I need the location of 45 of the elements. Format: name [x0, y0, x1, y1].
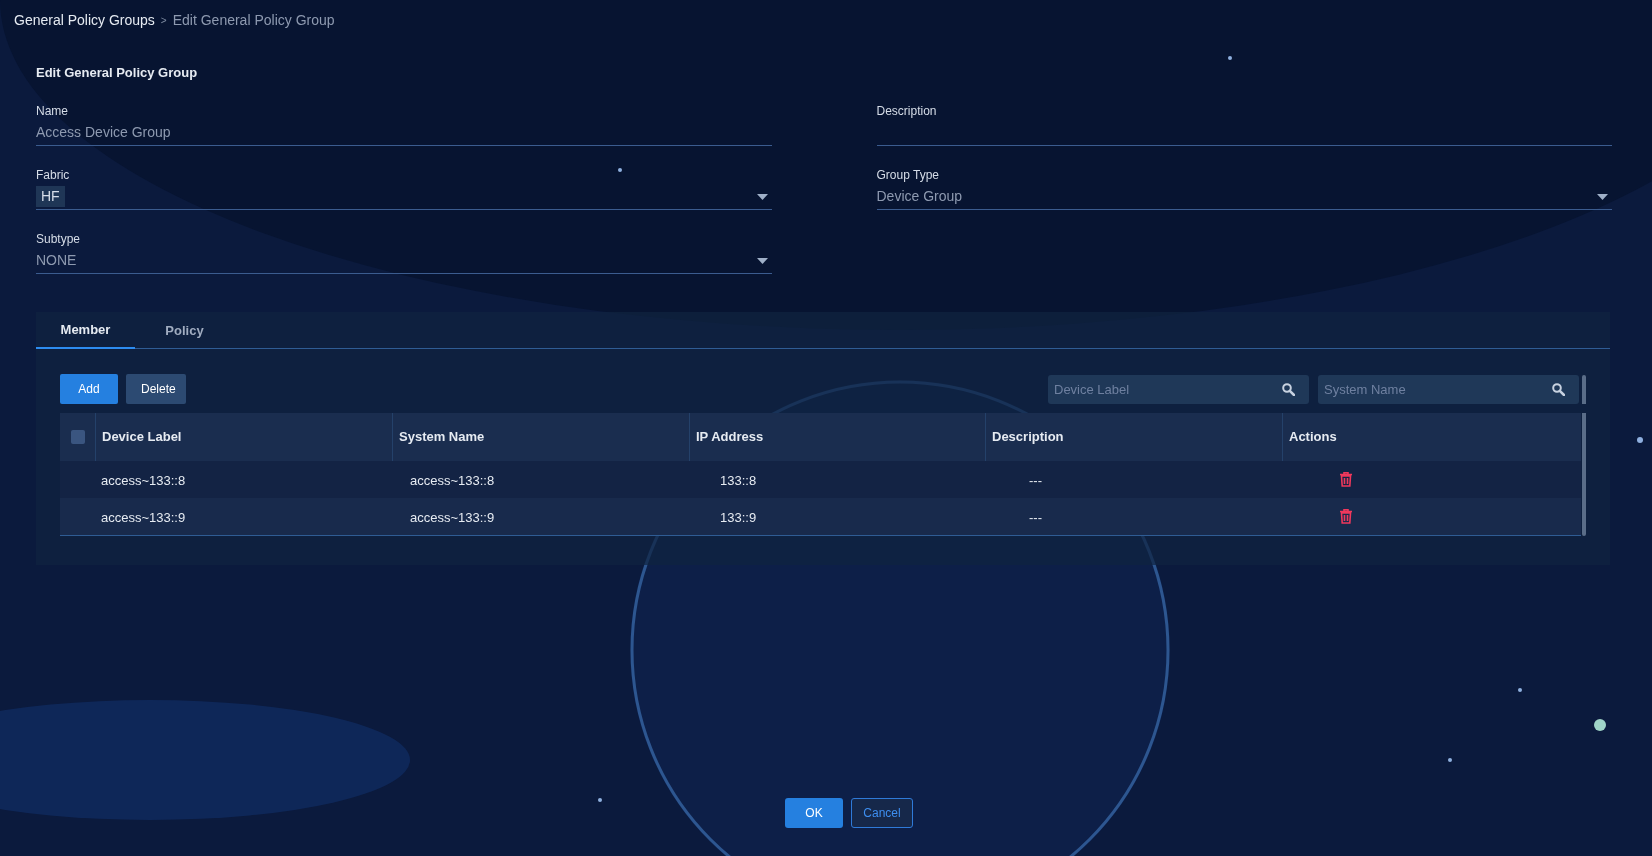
field-value: Access Device Group [36, 123, 171, 142]
table-cell: access~133::8 [101, 472, 186, 488]
table-cell: access~133::9 [101, 509, 186, 525]
dialog-button[interactable]: OK [785, 798, 843, 828]
toolbar-button[interactable]: Delete [126, 374, 186, 404]
toolbar-button[interactable]: Add [60, 374, 118, 404]
breadcrumb-link[interactable]: General Policy Groups [14, 9, 155, 31]
tag-chip: HF [36, 186, 65, 207]
dropdown-field[interactable]: HF [36, 184, 772, 210]
delete-icon[interactable] [1339, 472, 1353, 487]
field-label: Group Type [876, 167, 940, 184]
column-header: System Name [399, 428, 485, 447]
search-icon [1282, 382, 1295, 396]
table-cell: access~133::8 [410, 472, 495, 488]
search-icon [1552, 382, 1565, 396]
field-value: Device Group [876, 187, 963, 206]
search-field[interactable]: Device Label [1048, 374, 1309, 404]
table-cell: --- [1029, 509, 1042, 525]
table-cell: access~133::9 [410, 509, 495, 525]
field-label: Name [36, 103, 69, 120]
breadcrumb-separator: > [160, 13, 167, 28]
checkbox[interactable] [70, 430, 85, 444]
tab[interactable]: Member [36, 312, 135, 349]
dropdown-caret-icon [756, 193, 768, 200]
page-title: Edit General Policy Group [36, 65, 198, 80]
dropdown-field[interactable]: NONE [36, 248, 772, 274]
table-cell: 133::9 [720, 509, 757, 525]
delete-icon[interactable] [1339, 509, 1353, 524]
field-label: Description [876, 103, 938, 120]
table-cell: 133::8 [720, 472, 757, 488]
tab[interactable]: Policy [135, 312, 234, 349]
column-header: Description [992, 428, 1064, 447]
dropdown-caret-icon [756, 257, 768, 264]
search-field[interactable]: System Name [1318, 374, 1579, 404]
column-header: Actions [1289, 428, 1337, 447]
field-value: NONE [36, 251, 77, 270]
column-header: Device Label [102, 428, 182, 447]
dialog-button[interactable]: Cancel [851, 798, 913, 828]
dropdown-caret-icon [1597, 193, 1608, 200]
field-label: Subtype [36, 231, 82, 248]
dropdown-field[interactable]: Device Group [876, 184, 1612, 210]
field-label: Fabric [36, 167, 71, 184]
input-field[interactable]: Access Device Group [36, 120, 772, 146]
table-cell: --- [1029, 472, 1042, 488]
column-header: IP Address [696, 428, 764, 447]
